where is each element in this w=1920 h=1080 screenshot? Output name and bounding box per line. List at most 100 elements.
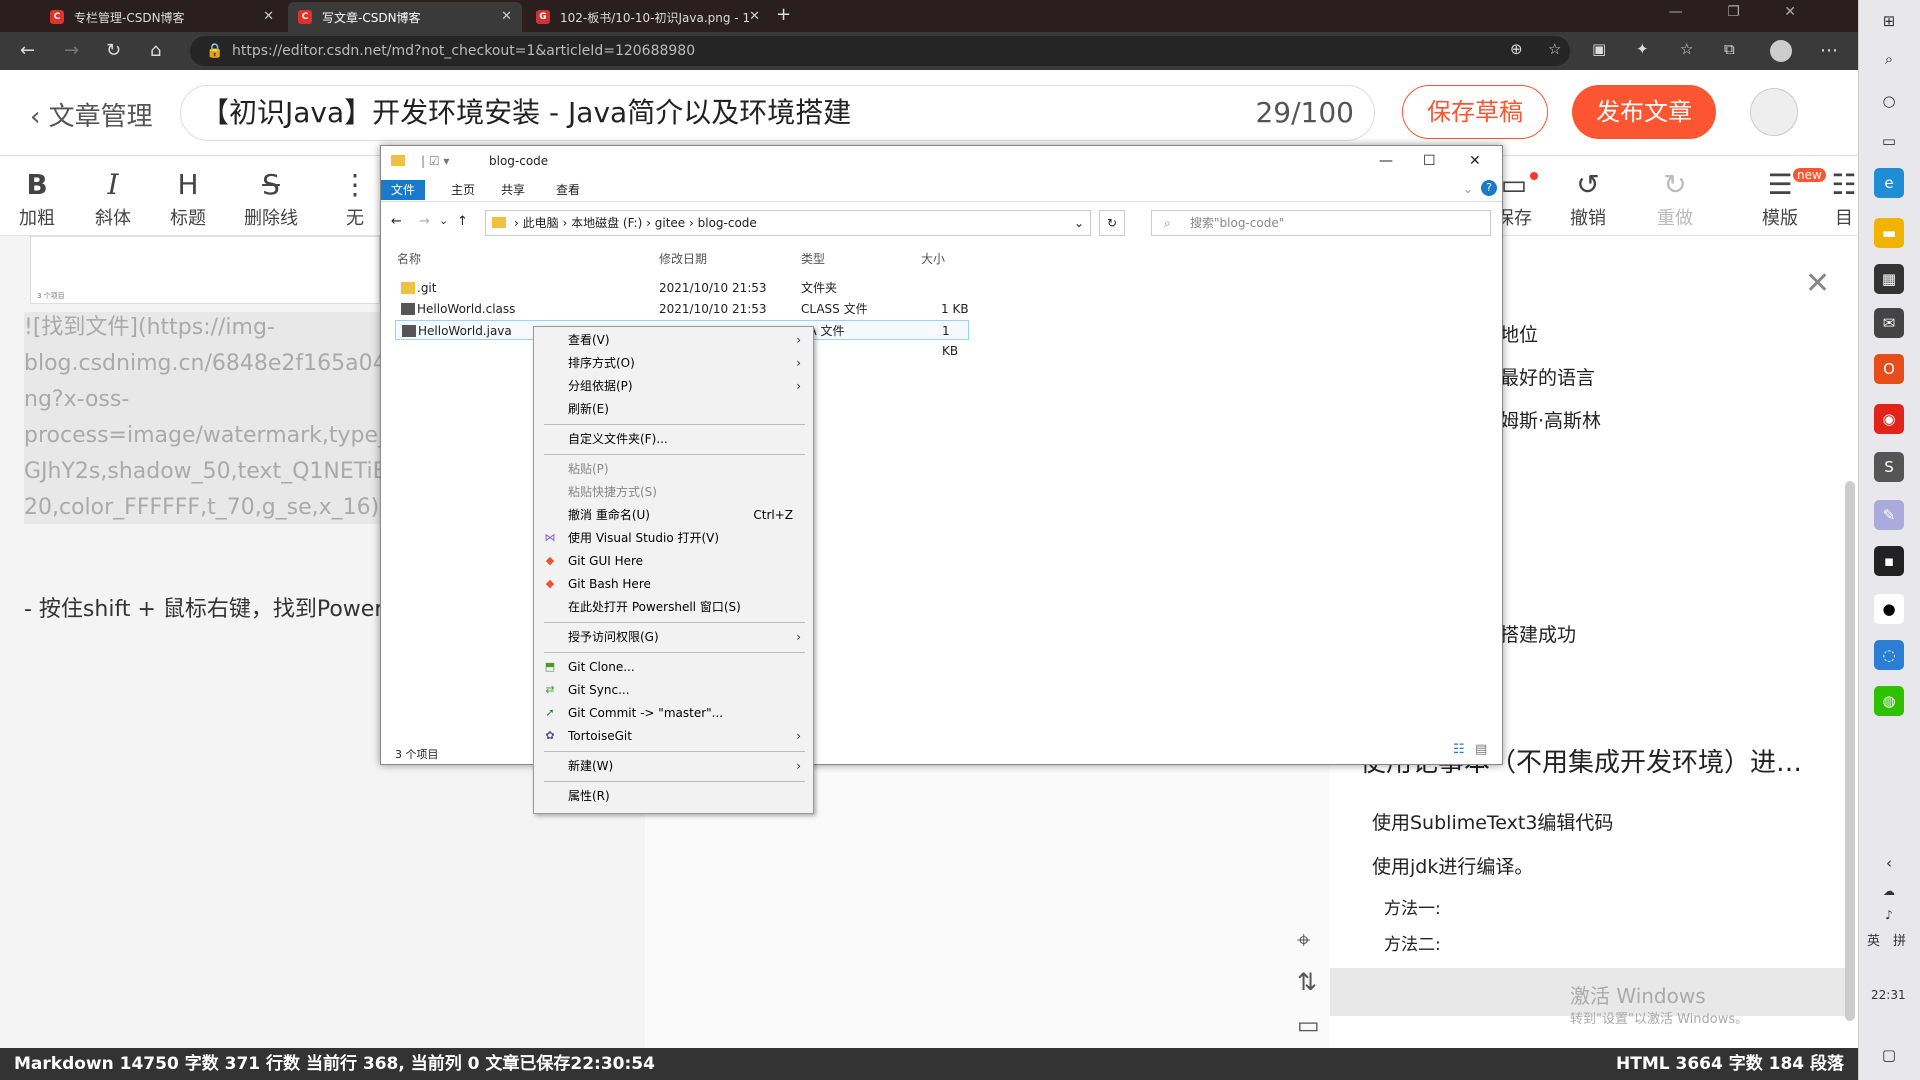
menu-item-open-vs[interactable]: ⋈ 使用 Visual Studio 打开(V)	[534, 527, 813, 549]
tab-home[interactable]: 主页	[441, 180, 485, 200]
layout-icon[interactable]: ▭	[1297, 1011, 1320, 1039]
restore-icon[interactable]: ❐	[1727, 4, 1740, 20]
mail-icon[interactable]: ✉	[1874, 308, 1904, 338]
search-input[interactable]: ⌕ 搜索"blog-code"	[1151, 210, 1491, 236]
menu-item-git-commit[interactable]: ➚ Git Commit -> "master"...	[534, 702, 813, 724]
path-segment[interactable]: blog-code	[698, 216, 757, 230]
close-window-icon[interactable]: ✕	[1469, 146, 1481, 176]
wechat-icon[interactable]: ◍	[1874, 686, 1904, 716]
menu-item-git-sync[interactable]: ⇄ Git Sync...	[534, 679, 813, 701]
more-icon[interactable]: ⋯	[1820, 40, 1838, 61]
undo-button[interactable]: ↺ 撤销	[1563, 166, 1613, 230]
chevron-up-icon[interactable]: ‹	[1874, 848, 1904, 878]
favorite-icon[interactable]: ☆	[1548, 40, 1561, 58]
qq-icon[interactable]: ●	[1874, 594, 1904, 624]
menu-item-paste[interactable]: 粘贴(P)	[534, 458, 813, 480]
tiles-view-icon[interactable]: ▤	[1475, 742, 1487, 757]
cortana-icon[interactable]: ○	[1874, 86, 1904, 116]
menu-item-grant-access[interactable]: 授予访问权限(G) ›	[534, 626, 813, 648]
menu-item-properties[interactable]: 属性(R)	[534, 785, 813, 807]
tab-image[interactable]: G 102-板书/10-10-初识Java.png - 1 ✕	[526, 2, 770, 32]
address-path[interactable]: › 此电脑 › 本地磁盘 (F:) › gitee › blog-code ⌄	[485, 210, 1091, 236]
file-row[interactable]: .git 2021/10/10 21:53 文件夹	[395, 278, 969, 298]
column-header-date[interactable]: 修改日期	[659, 250, 707, 267]
path-segment[interactable]: gitee	[655, 216, 685, 230]
search-icon[interactable]: ⌕	[1874, 44, 1904, 74]
menu-item-view[interactable]: 查看(V) ›	[534, 329, 813, 351]
tab-view[interactable]: 查看	[546, 180, 590, 200]
maximize-icon[interactable]: ☐	[1423, 146, 1436, 176]
close-tab-icon[interactable]: ✕	[749, 9, 760, 24]
template-button[interactable]: ☰ 模版 new	[1755, 166, 1826, 230]
help-icon[interactable]: ?	[1481, 180, 1497, 196]
close-tab-icon[interactable]: ✕	[501, 9, 512, 24]
avatar[interactable]	[1750, 88, 1798, 136]
close-window-icon[interactable]: ✕	[1784, 4, 1796, 20]
path-segment[interactable]: 此电脑	[523, 216, 559, 230]
toc-button[interactable]: ☷ 目	[1830, 166, 1858, 230]
menu-item-sort[interactable]: 排序方式(O) ›	[534, 352, 813, 374]
start-icon[interactable]: ⊞	[1874, 6, 1904, 36]
refresh-icon[interactable]: ↻	[1099, 210, 1125, 236]
profile-avatar[interactable]	[1770, 40, 1792, 62]
menu-item-git-clone[interactable]: ⬒ Git Clone...	[534, 656, 813, 678]
chevron-down-icon[interactable]: ⌄	[1463, 182, 1473, 196]
recent-dropdown-icon[interactable]: ⌄	[439, 214, 448, 227]
minimize-icon[interactable]: —	[1379, 146, 1393, 176]
sublime-icon[interactable]: S	[1874, 452, 1904, 482]
tab-file[interactable]: 文件	[381, 180, 426, 200]
forward-icon[interactable]: →	[64, 40, 79, 61]
file-row[interactable]: HelloWorld.class 2021/10/10 21:53 CLASS …	[395, 299, 969, 319]
menu-item-git-gui[interactable]: ◆ Git GUI Here	[534, 550, 813, 572]
close-panel-icon[interactable]: ✕	[1805, 266, 1830, 301]
collections-icon[interactable]: ⧉	[1724, 40, 1735, 58]
up-icon[interactable]: ↑	[457, 214, 468, 229]
minimize-icon[interactable]: —	[1669, 4, 1683, 20]
column-header-name[interactable]: 名称	[397, 250, 421, 267]
menu-item-git-bash[interactable]: ◆ Git Bash Here	[534, 573, 813, 595]
zoom-icon[interactable]: ⊕	[1510, 40, 1523, 58]
ime-mode[interactable]: 拼	[1893, 930, 1906, 949]
notification-icon[interactable]: ▢	[1874, 1040, 1904, 1070]
menu-item-tortoisegit[interactable]: ✿ TortoiseGit ›	[534, 725, 813, 747]
url-field[interactable]: 🔒 https://editor.csdn.net/md?not_checkou…	[190, 36, 1570, 66]
file-explorer-icon[interactable]: ▬	[1874, 218, 1904, 248]
menu-item-customize[interactable]: 自定义文件夹(F)...	[534, 428, 813, 450]
edge-icon[interactable]: e	[1874, 168, 1904, 198]
redo-button[interactable]: ↻ 重做	[1650, 166, 1700, 230]
menu-item-paste-shortcut[interactable]: 粘贴快捷方式(S)	[534, 481, 813, 503]
back-icon[interactable]: ←	[391, 214, 402, 229]
bold-button[interactable]: B 加粗	[2, 166, 72, 230]
clock[interactable]: 22:31	[1871, 988, 1906, 1002]
close-tab-icon[interactable]: ✕	[263, 9, 274, 24]
strikethrough-button[interactable]: S 删除线	[236, 166, 306, 230]
save-draft-button[interactable]: 保存草稿	[1402, 85, 1548, 139]
terminal-icon[interactable]: ▪	[1874, 546, 1904, 576]
menu-item-powershell[interactable]: 在此处打开 Powershell 窗口(S)	[534, 596, 813, 618]
column-header-size[interactable]: 大小	[921, 250, 945, 267]
menu-item-undo-rename[interactable]: 撤消 重命名(U) Ctrl+Z	[534, 504, 813, 526]
puzzle-icon[interactable]: ✦	[1636, 40, 1649, 58]
favorites-icon[interactable]: ☆	[1680, 40, 1693, 58]
new-tab-icon[interactable]: +	[776, 4, 791, 25]
paint-icon[interactable]: ✎	[1874, 500, 1904, 530]
quick-access-toolbar[interactable]: | ☑ ▾	[421, 146, 449, 176]
qq-browser-icon[interactable]: ◌	[1874, 640, 1904, 670]
tab-share[interactable]: 共享	[491, 180, 535, 200]
details-view-icon[interactable]: ☷	[1453, 742, 1465, 757]
menu-item-group[interactable]: 分组依据(P) ›	[534, 375, 813, 397]
store-icon[interactable]: ▦	[1874, 264, 1904, 294]
office-icon[interactable]: O	[1874, 354, 1904, 384]
unordered-list-button[interactable]: ⋮ 无	[340, 166, 370, 230]
back-icon[interactable]: ←	[20, 40, 35, 61]
volume-icon[interactable]: ♪	[1874, 900, 1904, 930]
home-icon[interactable]: ⌂	[150, 40, 161, 61]
forward-icon[interactable]: →	[419, 214, 430, 229]
locate-icon[interactable]: ⌖	[1297, 926, 1311, 954]
menu-item-refresh[interactable]: 刷新(E)	[534, 398, 813, 420]
column-header-type[interactable]: 类型	[801, 250, 825, 267]
tab-column-manage[interactable]: C 专栏管理-CSDN博客 ✕	[40, 2, 284, 32]
italic-button[interactable]: I 斜体	[78, 166, 148, 230]
extension-icon[interactable]: ▣	[1592, 40, 1606, 58]
task-view-icon[interactable]: ▭	[1874, 126, 1904, 156]
